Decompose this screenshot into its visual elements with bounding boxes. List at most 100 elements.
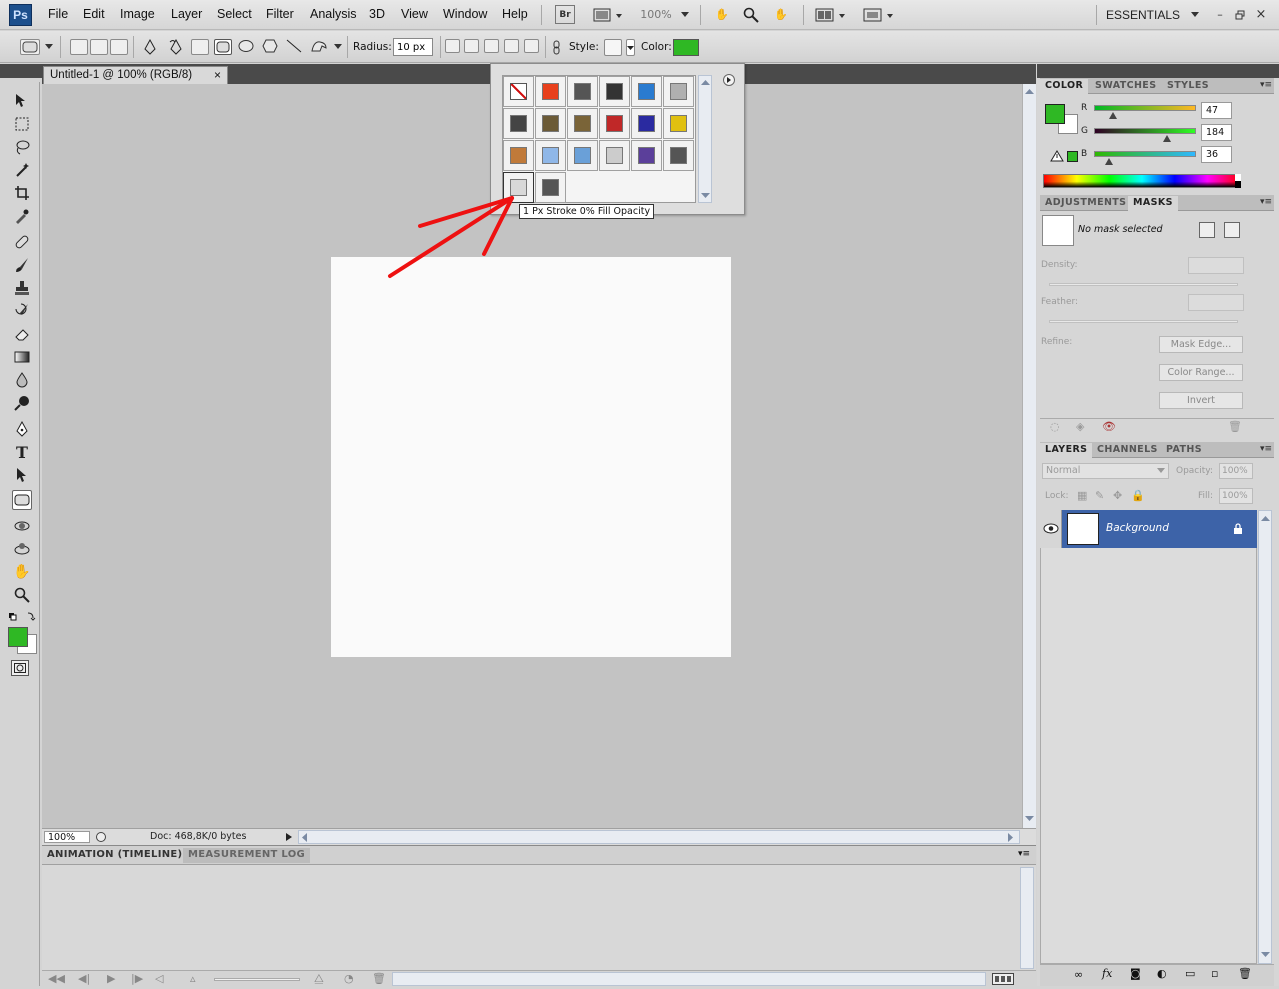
zoom-tool[interactable] bbox=[12, 585, 32, 605]
next-frame-icon[interactable]: |▶ bbox=[131, 972, 143, 985]
document-canvas[interactable] bbox=[331, 257, 731, 657]
gradient-tool[interactable] bbox=[12, 347, 32, 367]
crop-tool[interactable] bbox=[12, 183, 32, 203]
panel-menu-icon[interactable]: ▾≡ bbox=[1260, 80, 1272, 90]
exclude-shape-button[interactable] bbox=[524, 39, 539, 53]
style-preset-cell[interactable] bbox=[631, 108, 662, 139]
frame-view-icon[interactable] bbox=[992, 973, 1014, 985]
minimize-button[interactable]: – bbox=[1213, 5, 1227, 24]
close-document-icon[interactable]: × bbox=[214, 68, 221, 82]
menu-help[interactable]: Help bbox=[502, 7, 528, 21]
fill-pixels-button[interactable] bbox=[110, 39, 128, 55]
menu-3d[interactable]: 3D bbox=[369, 7, 385, 21]
timeline-horizontal-scrollbar[interactable] bbox=[392, 972, 986, 986]
3d-orbit-tool[interactable] bbox=[12, 539, 32, 559]
menu-image[interactable]: Image bbox=[120, 7, 155, 21]
style-preset-cell[interactable] bbox=[503, 76, 534, 107]
disable-mask-icon[interactable]: 👁 bbox=[1102, 420, 1116, 433]
green-slider[interactable] bbox=[1094, 128, 1196, 134]
move-tool[interactable] bbox=[12, 91, 32, 111]
style-preset-cell[interactable] bbox=[503, 140, 534, 171]
invert-button[interactable]: Invert bbox=[1159, 392, 1243, 409]
delete-layer-icon[interactable]: 🗑 bbox=[1238, 967, 1252, 980]
shape-layers-button[interactable] bbox=[70, 39, 88, 55]
add-vector-mask-button[interactable] bbox=[1224, 222, 1240, 238]
color-panel-foreground-swatch[interactable] bbox=[1045, 104, 1065, 124]
new-layer-icon[interactable]: ▫ bbox=[1211, 967, 1218, 980]
menu-window[interactable]: Window bbox=[443, 7, 487, 21]
zoom-field[interactable]: 100% bbox=[44, 831, 90, 843]
menu-edit[interactable]: Edit bbox=[83, 7, 105, 21]
audio-icon[interactable]: ◁ bbox=[155, 972, 163, 985]
style-preset-cell[interactable] bbox=[535, 76, 566, 107]
style-preset-cell[interactable] bbox=[663, 108, 694, 139]
style-preset-cell[interactable] bbox=[631, 140, 662, 171]
rectangle-option[interactable] bbox=[191, 39, 209, 55]
red-slider-thumb[interactable] bbox=[1109, 112, 1117, 119]
color-ramp-white[interactable] bbox=[1235, 174, 1241, 181]
pen-tool-option[interactable] bbox=[142, 38, 160, 55]
paths-button[interactable] bbox=[90, 39, 108, 55]
lock-position-icon[interactable]: ✥ bbox=[1113, 489, 1122, 502]
layer-row-background[interactable]: Background bbox=[1040, 510, 1257, 548]
tab-channels[interactable]: CHANNELS bbox=[1092, 443, 1163, 458]
color-ramp-black[interactable] bbox=[1235, 181, 1241, 188]
intersect-shape-button[interactable] bbox=[504, 39, 519, 53]
blur-tool[interactable] bbox=[12, 370, 32, 390]
zoom-tool-button[interactable] bbox=[741, 5, 761, 24]
visibility-toggle[interactable] bbox=[1040, 510, 1062, 548]
workspace-switcher[interactable]: ESSENTIALS bbox=[1106, 5, 1202, 24]
style-preset-cell[interactable] bbox=[567, 76, 598, 107]
gamut-warning-icon[interactable] bbox=[1050, 150, 1064, 162]
screen-mode-button[interactable] bbox=[862, 5, 896, 24]
red-value[interactable]: 47 bbox=[1201, 102, 1232, 119]
tab-measurement-log[interactable]: MEASUREMENT LOG bbox=[183, 848, 311, 863]
type-tool[interactable]: T bbox=[12, 442, 32, 462]
default-colors-swap[interactable] bbox=[8, 610, 38, 622]
lock-image-icon[interactable]: ✎ bbox=[1095, 489, 1104, 502]
add-pixel-mask-button[interactable] bbox=[1199, 222, 1215, 238]
tab-masks[interactable]: MASKS bbox=[1128, 196, 1178, 211]
lock-all-icon[interactable]: 🔒 bbox=[1131, 489, 1145, 502]
blue-value[interactable]: 36 bbox=[1201, 146, 1232, 163]
play-icon[interactable]: ▶ bbox=[107, 972, 115, 985]
style-preset-cell[interactable] bbox=[535, 108, 566, 139]
gamut-color-swatch[interactable] bbox=[1067, 151, 1078, 162]
feather-input[interactable] bbox=[1188, 294, 1244, 311]
document-horizontal-scrollbar[interactable] bbox=[298, 830, 1020, 844]
style-picker[interactable] bbox=[604, 39, 622, 56]
first-frame-icon[interactable]: ◀◀ bbox=[48, 972, 65, 985]
arrange-documents-button[interactable] bbox=[814, 5, 848, 24]
previous-frame-icon[interactable]: ◀| bbox=[78, 972, 90, 985]
add-to-shape-button[interactable] bbox=[464, 39, 479, 53]
shape-color-swatch[interactable] bbox=[673, 39, 699, 56]
radius-input[interactable] bbox=[393, 38, 433, 56]
3d-rotate-tool[interactable] bbox=[12, 516, 32, 536]
foreground-color-swatch[interactable] bbox=[8, 627, 28, 647]
rotate-view-button[interactable]: ✋ bbox=[770, 5, 792, 24]
path-selection-tool[interactable] bbox=[12, 465, 32, 485]
hand-tool[interactable]: ✋ bbox=[12, 562, 32, 582]
styles-popup-scrollbar[interactable] bbox=[698, 75, 712, 203]
adjustment-layer-icon[interactable]: ◐ bbox=[1157, 967, 1167, 980]
panel-menu-icon[interactable]: ▾≡ bbox=[1260, 444, 1272, 454]
zoom-in-timeline-icon[interactable]: ⧋ bbox=[314, 972, 324, 986]
fx-icon[interactable]: fx bbox=[1102, 967, 1112, 980]
tab-color[interactable]: COLOR bbox=[1040, 79, 1089, 94]
quick-mask-button[interactable] bbox=[11, 660, 29, 676]
tab-adjustments[interactable]: ADJUSTMENTS bbox=[1040, 196, 1131, 211]
tab-layers[interactable]: LAYERS bbox=[1040, 443, 1093, 458]
blend-mode-dropdown[interactable]: Normal bbox=[1042, 463, 1169, 479]
style-preset-cell[interactable] bbox=[567, 108, 598, 139]
red-slider[interactable] bbox=[1094, 105, 1196, 111]
add-mask-icon[interactable]: ◙ bbox=[1130, 967, 1141, 980]
menu-filter[interactable]: Filter bbox=[266, 7, 294, 21]
custom-shape-option[interactable] bbox=[310, 39, 328, 55]
color-ramp[interactable] bbox=[1043, 174, 1241, 188]
menu-select[interactable]: Select bbox=[217, 7, 252, 21]
document-vertical-scrollbar[interactable] bbox=[1022, 84, 1036, 828]
menu-file[interactable]: File bbox=[48, 7, 68, 21]
tab-styles[interactable]: STYLES bbox=[1162, 79, 1214, 94]
layers-vertical-scrollbar[interactable] bbox=[1258, 510, 1272, 964]
delete-mask-icon[interactable]: 🗑 bbox=[1228, 420, 1242, 433]
